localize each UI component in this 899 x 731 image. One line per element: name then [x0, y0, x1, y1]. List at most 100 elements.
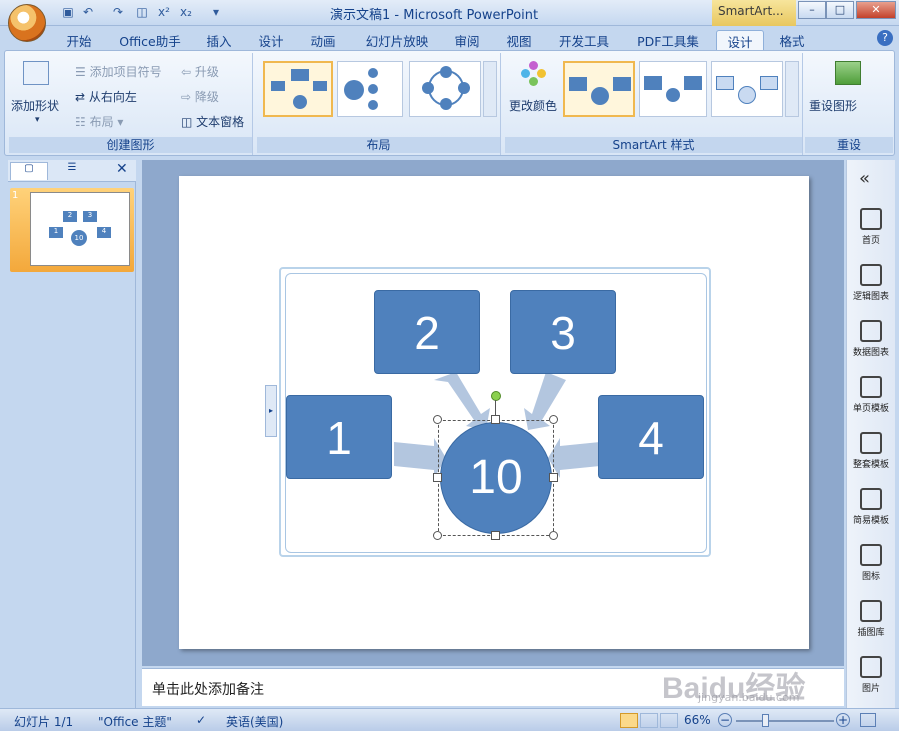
slideshow-view-icon[interactable] — [660, 713, 678, 728]
thumb-node: 1 — [49, 227, 63, 238]
minimize-button[interactable]: – — [798, 1, 826, 19]
tab-smartart-design[interactable]: 设计 — [716, 30, 764, 50]
pane-item-single-template[interactable]: 单页模板 — [847, 372, 895, 426]
node-1[interactable]: 1 — [286, 395, 392, 479]
resize-handle[interactable] — [549, 531, 558, 540]
right-to-left-button[interactable]: ⇄ 从右向左 — [75, 88, 137, 105]
resize-handle[interactable] — [491, 415, 500, 424]
demote-label: 降级 — [194, 90, 219, 104]
close-button[interactable]: ✕ — [856, 1, 896, 19]
pane-item-label: 图片 — [861, 684, 880, 694]
pane-item-illustrations[interactable]: 插图库 — [847, 596, 895, 650]
pane-item-data-chart[interactable]: 数据图表 — [847, 316, 895, 370]
notes-placeholder: 单击此处添加备注 — [152, 682, 264, 698]
redo-icon[interactable]: ↷ — [110, 4, 126, 20]
selection-box — [438, 420, 554, 536]
add-shape-button[interactable]: 添加形状 — [11, 97, 59, 114]
chevron-down-icon[interactable]: ▾ — [35, 115, 40, 125]
demote-button[interactable]: ⇨ 降级 — [181, 88, 219, 105]
layouts-scroll[interactable] — [483, 61, 497, 117]
resize-handle[interactable] — [549, 473, 558, 482]
tab-developer[interactable]: 开发工具 — [552, 30, 616, 50]
text-pane-button[interactable]: ◫ 文本窗格 — [181, 113, 244, 130]
layout-thumb-1[interactable] — [263, 61, 333, 117]
smartart-frame[interactable]: ▸ 2 3 1 4 10 — [265, 267, 711, 557]
subscript-icon[interactable]: x₂ — [178, 4, 194, 20]
save-icon[interactable]: ▣ — [60, 4, 76, 20]
pane-item-label: 图标 — [861, 572, 880, 582]
office-button[interactable] — [8, 4, 46, 42]
tab-view[interactable]: 视图 — [498, 30, 540, 50]
tab-slideshow[interactable]: 幻灯片放映 — [360, 30, 434, 50]
add-bullet-label: 添加项目符号 — [89, 65, 162, 79]
superscript-icon[interactable]: x² — [156, 4, 172, 20]
undo-icon[interactable]: ↶ — [80, 4, 96, 20]
resize-handle[interactable] — [549, 415, 558, 424]
pane-item-icons[interactable]: 图标 — [847, 540, 895, 594]
style-thumb-2[interactable] — [639, 61, 707, 117]
tab-format[interactable]: 格式 — [770, 30, 814, 50]
thumb-node: 10 — [71, 230, 87, 246]
slides-tab[interactable]: ▢ — [10, 162, 48, 180]
bullet-list-icon: ☰ — [75, 65, 90, 79]
pane-item-images[interactable]: 图片 — [847, 652, 895, 706]
rotate-handle[interactable] — [491, 391, 501, 401]
slide-thumbnail-selected[interactable]: 1 2 3 1 10 4 — [10, 188, 134, 272]
group-label: 布局 — [257, 137, 500, 153]
panel-tabs: ▢ ☰ ✕ — [8, 160, 136, 182]
customize-toolbar-icon[interactable]: ▾ — [208, 4, 224, 20]
sorter-view-icon[interactable] — [640, 713, 658, 728]
tab-pdf-tools[interactable]: PDF工具集 — [628, 30, 708, 50]
pane-item-simple-template[interactable]: 简易模板 — [847, 484, 895, 538]
tab-home[interactable]: 开始 — [58, 30, 100, 50]
zoom-out-icon[interactable]: − — [718, 713, 732, 727]
tab-animation[interactable]: 动画 — [302, 30, 344, 50]
add-bullet-button[interactable]: ☰ 添加项目符号 — [75, 63, 162, 80]
slide-canvas[interactable]: ▸ 2 3 1 4 10 — [179, 176, 809, 649]
style-thumb-1[interactable] — [563, 61, 635, 117]
pane-item-full-template[interactable]: 整套模板 — [847, 428, 895, 482]
language-indicator[interactable]: 英语(美国) — [226, 713, 283, 730]
normal-view-icon[interactable] — [620, 713, 638, 728]
fit-to-window-icon[interactable] — [860, 713, 876, 727]
promote-button[interactable]: ⇦ 升级 — [181, 63, 219, 80]
collapse-pane-icon[interactable]: « — [859, 168, 870, 189]
shapes-icon — [860, 544, 882, 566]
change-colors-button[interactable]: 更改颜色 — [509, 97, 557, 114]
theme-name[interactable]: "Office 主题" — [98, 713, 172, 730]
title-bar: ▣ ↶ ↷ ◫ x² x₂ ▾ 演示文稿1 - Microsoft PowerP… — [0, 0, 899, 42]
help-icon[interactable]: ? — [877, 30, 893, 46]
pane-item-label: 数据图表 — [852, 348, 889, 358]
tab-review[interactable]: 审阅 — [446, 30, 488, 50]
pane-item-logic-chart[interactable]: 逻辑图表 — [847, 260, 895, 314]
text-pane-toggle[interactable]: ▸ — [265, 385, 277, 437]
maximize-button[interactable]: □ — [826, 1, 854, 19]
resize-handle[interactable] — [433, 531, 442, 540]
zoom-in-icon[interactable]: + — [836, 713, 850, 727]
close-panel-icon[interactable]: ✕ — [116, 161, 128, 177]
node-4[interactable]: 4 — [598, 395, 704, 479]
styles-scroll[interactable] — [785, 61, 799, 117]
zoom-level[interactable]: 66% — [684, 713, 711, 727]
resize-handle[interactable] — [433, 415, 442, 424]
layout-button[interactable]: ☷ 布局 ▾ — [75, 113, 123, 130]
outline-tab[interactable]: ☰ — [52, 162, 92, 180]
print-preview-icon[interactable]: ◫ — [134, 4, 150, 20]
spellcheck-icon[interactable]: ✓ — [196, 713, 206, 727]
zoom-slider[interactable] — [736, 720, 834, 722]
tab-office-assistant[interactable]: Office助手 — [112, 30, 188, 50]
tab-insert[interactable]: 插入 — [198, 30, 240, 50]
resize-handle[interactable] — [491, 531, 500, 540]
style-thumb-3[interactable] — [711, 61, 783, 117]
layout-thumb-3[interactable] — [409, 61, 481, 117]
pane-item-home[interactable]: 首页 — [847, 204, 895, 258]
zoom-slider-thumb[interactable] — [762, 714, 769, 727]
node-3[interactable]: 3 — [510, 290, 616, 374]
node-2[interactable]: 2 — [374, 290, 480, 374]
pane-item-label: 简易模板 — [852, 516, 889, 526]
tab-design[interactable]: 设计 — [250, 30, 292, 50]
layout-thumb-2[interactable] — [337, 61, 403, 117]
notes-pane[interactable]: 单击此处添加备注 Baidu经验 jingyan.baidu.com — [142, 668, 844, 706]
reset-graphic-button[interactable]: 重设图形 — [809, 97, 857, 114]
resize-handle[interactable] — [433, 473, 442, 482]
